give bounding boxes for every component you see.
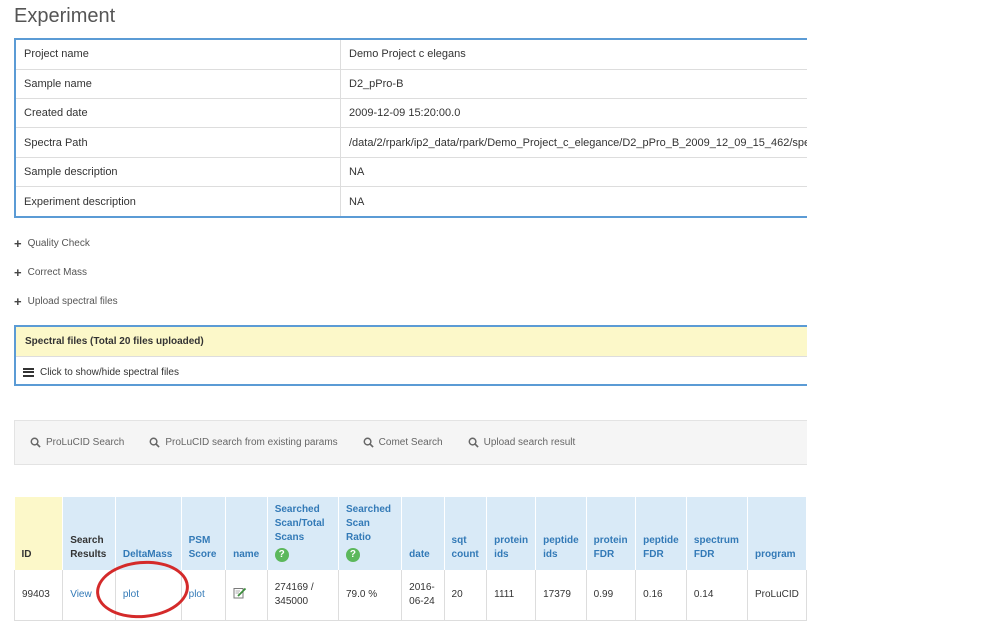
comet-search-button[interactable]: Comet Search (363, 437, 443, 448)
info-label: Created date (15, 97, 341, 128)
header-searched-scan-total-label: Searched Scan/Total Scans (274, 504, 325, 543)
prolucid-search-button[interactable]: ProLuCID Search (30, 437, 124, 448)
info-row-experiment-description: Experiment description NA (15, 186, 807, 217)
help-icon[interactable]: ? (274, 548, 289, 562)
header-searched-scan-ratio-label: Searched Scan Ratio (345, 504, 391, 543)
header-search-results: Search Results (62, 497, 116, 570)
cell-search-results: View (62, 570, 116, 621)
info-label: Experiment description (15, 186, 341, 217)
header-peptide-ids[interactable]: peptide ids (535, 497, 587, 570)
info-row-sample-description: Sample description NA (15, 156, 807, 187)
cell-peptide-ids: 17379 (535, 570, 587, 621)
cell-sqt-count: 20 (444, 570, 488, 621)
upload-search-result-button[interactable]: Upload search result (468, 437, 576, 448)
cell-spectrum-fdr: 0.14 (686, 570, 748, 621)
header-program[interactable]: program (747, 497, 807, 570)
search-toolbar: ProLuCID Search ProLuCID search from exi… (14, 420, 807, 465)
plus-icon: + (14, 294, 22, 309)
upload-spectral-files-toggle[interactable]: + Upload spectral files (14, 295, 118, 308)
experiment-info-table: Project name Demo Project c elegans Samp… (14, 38, 807, 218)
info-label: Spectra Path (15, 127, 341, 158)
table-row: 99403 View plot plot 274169 / 345000 79.… (14, 570, 807, 621)
header-name[interactable]: name (225, 497, 268, 570)
info-value: NA (340, 156, 807, 187)
cell-date: 2016-06-24 (401, 570, 445, 621)
info-value: D2_pPro-B (340, 68, 807, 99)
info-value: NA (340, 186, 807, 217)
comet-search-label: Comet Search (378, 437, 443, 448)
info-row-project-name: Project name Demo Project c elegans (15, 39, 807, 69)
search-results-table: ID Search Results DeltaMass PSM Score na… (14, 497, 807, 621)
search-icon (363, 437, 374, 448)
cell-protein-fdr: 0.99 (586, 570, 637, 621)
search-results-container: ID Search Results DeltaMass PSM Score na… (14, 497, 807, 629)
cell-name (225, 570, 268, 621)
header-deltamass[interactable]: DeltaMass (115, 497, 182, 570)
prolucid-search-label: ProLuCID Search (46, 437, 125, 448)
upload-search-result-label: Upload search result (483, 437, 576, 448)
header-id[interactable]: ID (14, 497, 64, 570)
cell-psm-score: plot (181, 570, 227, 621)
cell-id: 99403 (14, 570, 64, 621)
header-protein-ids[interactable]: protein ids (486, 497, 537, 570)
quality-check-toggle[interactable]: + Quality Check (14, 237, 90, 250)
edit-note-icon[interactable] (233, 587, 247, 599)
plus-icon: + (14, 265, 22, 280)
header-sqt-count[interactable]: sqt count (444, 497, 488, 570)
prolucid-existing-params-button[interactable]: ProLuCID search from existing params (149, 437, 338, 448)
results-header-row: ID Search Results DeltaMass PSM Score na… (14, 497, 807, 570)
page-title: Experiment (14, 5, 116, 27)
spectral-files-toggle-label: Click to show/hide spectral files (40, 366, 179, 378)
header-peptide-fdr[interactable]: peptide FDR (635, 497, 687, 570)
correct-mass-toggle[interactable]: + Correct Mass (14, 266, 87, 279)
header-spectrum-fdr[interactable]: spectrum FDR (686, 497, 748, 570)
info-label: Sample description (15, 156, 341, 187)
info-value: Demo Project c elegans (349, 48, 466, 61)
cell-program: ProLuCID (747, 570, 807, 621)
cell-deltamass: plot (115, 570, 182, 621)
info-label: Sample name (15, 68, 341, 99)
list-icon (23, 367, 34, 377)
plus-icon: + (14, 236, 22, 251)
spectral-files-header: Spectral files (Total 20 files uploaded) (16, 327, 807, 357)
header-date[interactable]: date (401, 497, 445, 570)
header-searched-scan-ratio[interactable]: Searched Scan Ratio ? (338, 497, 403, 570)
spectral-files-panel: Spectral files (Total 20 files uploaded)… (14, 325, 807, 386)
info-label: Project name (15, 39, 341, 69)
info-row-sample-name: Sample name D2_pPro-B (15, 68, 807, 99)
psm-score-plot-link[interactable]: plot (189, 589, 205, 600)
info-value: 2009-12-09 15:20:00.0 (340, 97, 807, 128)
view-link[interactable]: View (70, 589, 92, 600)
search-icon (30, 437, 41, 448)
help-icon[interactable]: ? (345, 548, 360, 562)
cell-searched-scan-ratio: 79.0 % (338, 570, 403, 621)
info-row-spectra-path: Spectra Path /data/2/rpark/ip2_data/rpar… (15, 127, 807, 158)
prolucid-existing-params-label: ProLuCID search from existing params (165, 437, 338, 448)
spectral-files-toggle[interactable]: Click to show/hide spectral files (16, 357, 807, 387)
header-protein-fdr[interactable]: protein FDR (586, 497, 637, 570)
header-searched-scan-total[interactable]: Searched Scan/Total Scans ? (267, 497, 339, 570)
cell-searched-scan-total: 274169 / 345000 (267, 570, 339, 621)
quality-check-label: Quality Check (27, 238, 90, 249)
cell-peptide-fdr: 0.16 (635, 570, 687, 621)
search-icon (149, 437, 161, 448)
correct-mass-label: Correct Mass (27, 267, 88, 278)
info-value: /data/2/rpark/ip2_data/rpark/Demo_Projec… (340, 127, 807, 158)
upload-spectral-files-label: Upload spectral files (27, 296, 118, 307)
header-psm-score[interactable]: PSM Score (181, 497, 227, 570)
search-icon (468, 437, 479, 448)
info-row-created-date: Created date 2009-12-09 15:20:00.0 (15, 97, 807, 128)
cell-protein-ids: 1111 (486, 570, 537, 621)
deltamass-plot-link[interactable]: plot (123, 589, 139, 600)
